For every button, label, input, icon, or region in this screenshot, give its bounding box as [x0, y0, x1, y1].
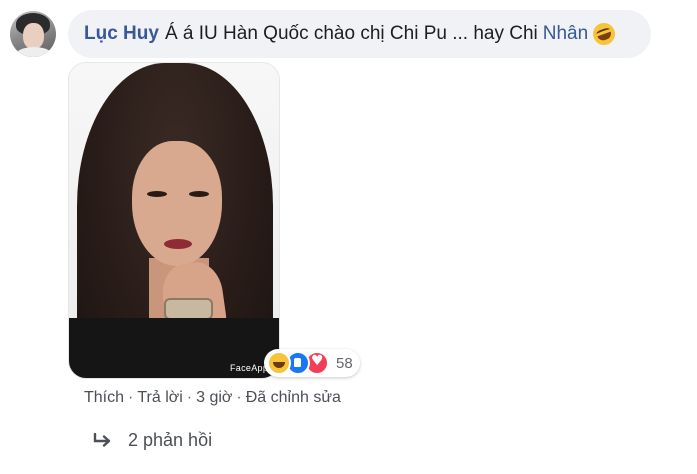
reply-link[interactable]: Trả lời: [137, 389, 182, 406]
author-avatar[interactable]: [10, 11, 56, 57]
avatar-face: [23, 23, 44, 49]
like-link[interactable]: Thích: [84, 389, 124, 406]
tagged-user-link[interactable]: Nhân: [543, 23, 588, 45]
comment-text: Á á IU Hàn Quốc chào chị Chi Pu ... hay …: [164, 23, 538, 44]
reactions-summary[interactable]: 58: [264, 349, 360, 377]
reply-arrow-icon: [93, 432, 111, 447]
edited-link[interactable]: Đã chỉnh sửa: [246, 389, 341, 406]
haha-reaction-icon: [267, 351, 291, 375]
comment-bubble: Lục Huy Á á IU Hàn Quốc chào chị Chi Pu …: [68, 10, 651, 58]
separator-dot: ·: [186, 389, 193, 406]
rolling-laughing-emoji-icon: [590, 19, 619, 49]
comment-actions: Thích · Trả lời · 3 giờ · Đã chỉnh sửa: [84, 389, 341, 407]
photo-right-eye: [189, 191, 209, 197]
faceapp-watermark: FaceApp: [230, 363, 269, 373]
reaction-count: 58: [336, 354, 353, 372]
separator-dot: ·: [236, 389, 242, 406]
timestamp-link[interactable]: 3 giờ: [196, 389, 232, 406]
comment-author-link[interactable]: Lục Huy: [84, 23, 159, 45]
photo-left-eye: [147, 191, 167, 197]
comment-photo[interactable]: FaceApp: [68, 62, 280, 379]
avatar-body: [14, 47, 54, 57]
photo-lips: [164, 239, 192, 249]
photo-watch: [164, 298, 213, 320]
view-replies-button[interactable]: 2 phản hồi: [92, 430, 212, 451]
replies-count-label: 2 phản hồi: [128, 430, 213, 450]
separator-dot: ·: [128, 389, 134, 406]
